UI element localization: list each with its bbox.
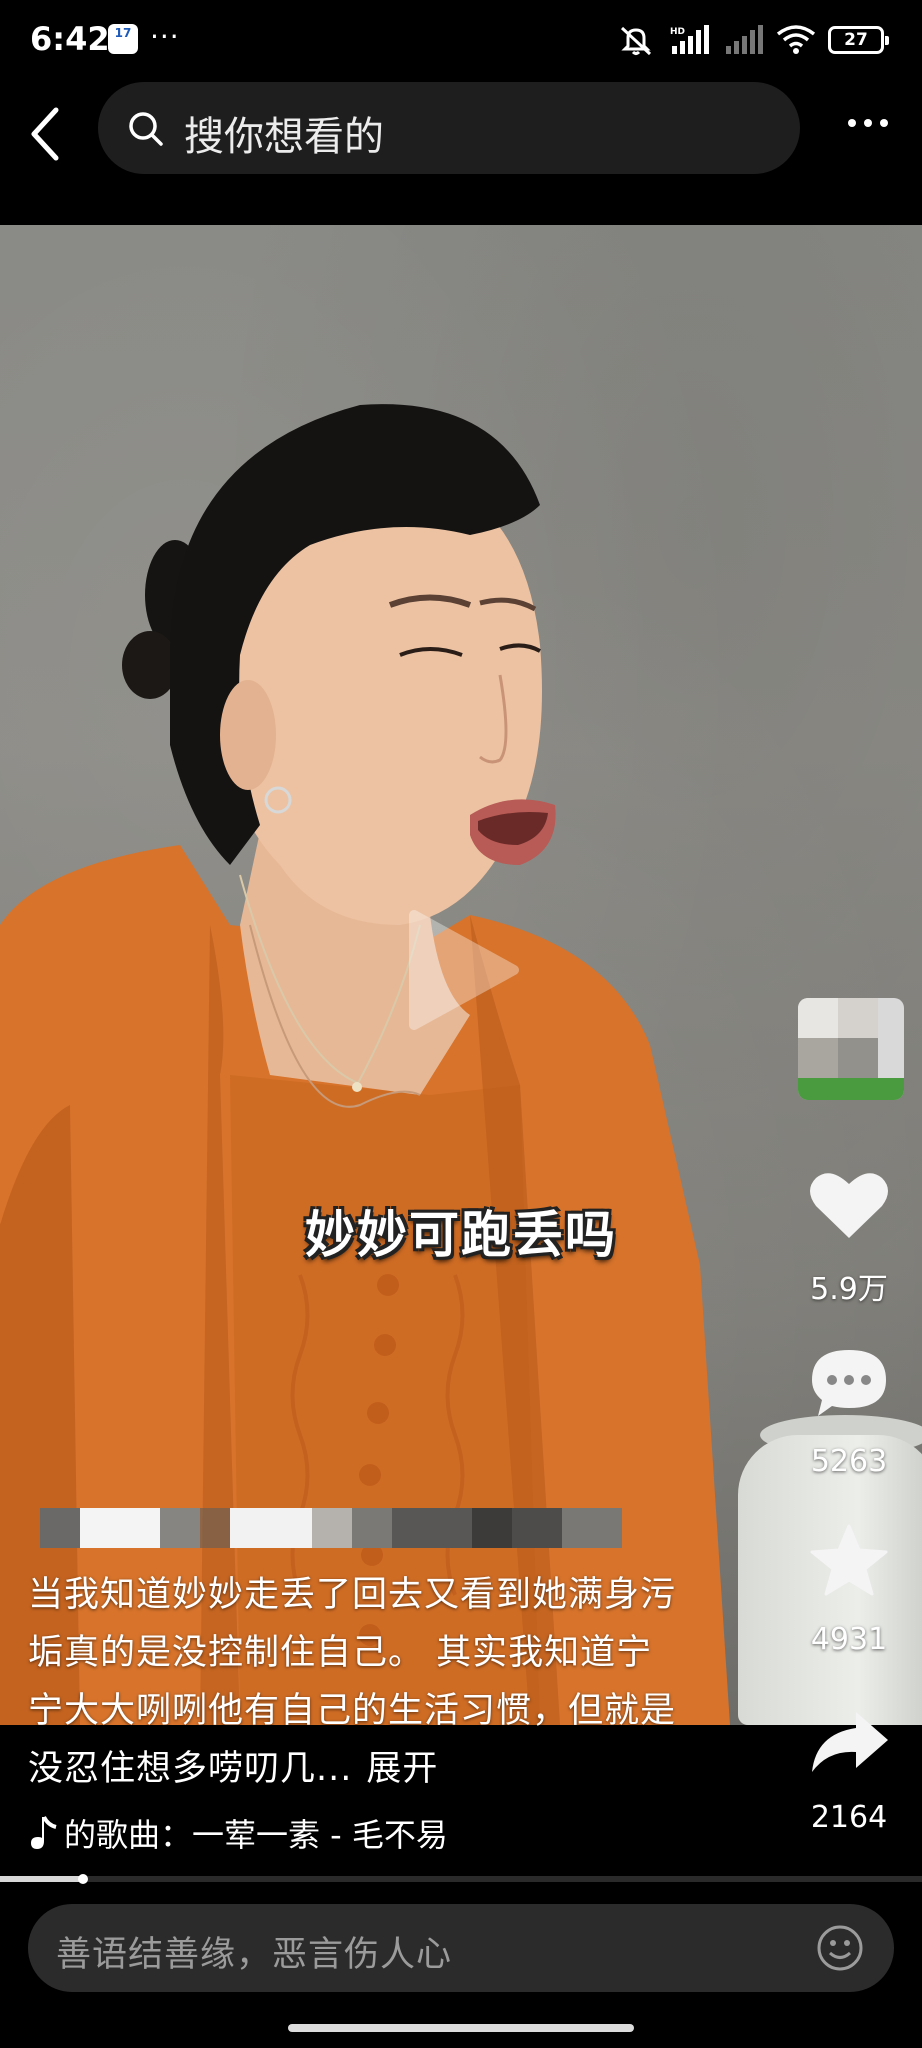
- search-placeholder: 搜你想看的: [184, 114, 384, 160]
- avatar-pixel: [838, 998, 878, 1038]
- svg-text:HD: HD: [670, 27, 685, 37]
- status-time: 6:42: [30, 20, 110, 58]
- video-caption[interactable]: 当我知道妙妙走丢了回去又看到她满身污垢真的是没控制住自己。 其实我知道宁宁大大咧…: [28, 1566, 688, 1798]
- home-indicator[interactable]: [288, 2024, 634, 2032]
- music-note-icon: [31, 1816, 57, 1849]
- status-bar: 6:42 17 ··· HD 27: [0, 0, 922, 80]
- share-count: 2164: [810, 1800, 888, 1835]
- progress-knob[interactable]: [77, 1874, 88, 1884]
- calendar-badge-icon: 17: [108, 24, 138, 54]
- mute-icon: [620, 26, 652, 56]
- music-label: 的歌曲：一荤一素 - 毛不易: [64, 1816, 448, 1854]
- comment-placeholder: 善语结善缘，恶言伤人心: [56, 1935, 453, 1975]
- progress-fill: [0, 1876, 83, 1882]
- favorite-count: 4931: [810, 1622, 888, 1657]
- like-icon[interactable]: [808, 1168, 890, 1242]
- hd-signal-icon: HD: [670, 25, 709, 54]
- comment-count: 5263: [810, 1444, 888, 1479]
- video-subtitle: 妙妙可跑丢吗: [305, 1206, 617, 1264]
- status-icons: HD 27: [616, 24, 889, 56]
- author-avatar[interactable]: [798, 998, 904, 1100]
- share-icon[interactable]: [808, 1710, 890, 1776]
- play-icon[interactable]: [404, 905, 524, 1035]
- battery-icon: 27: [828, 26, 889, 54]
- avatar-pixel: [838, 1038, 878, 1078]
- emoji-icon[interactable]: [816, 1924, 864, 1972]
- dot-icon: [848, 119, 856, 127]
- avatar-pixel: [798, 1038, 838, 1078]
- dot-icon: [880, 119, 888, 127]
- avatar-pixel: [798, 998, 838, 1038]
- dot-icon: [864, 119, 872, 127]
- signal-icon: [726, 25, 763, 54]
- favorite-star-icon[interactable]: [808, 1524, 890, 1596]
- search-input[interactable]: 搜你想看的: [98, 82, 800, 174]
- search-icon: [129, 112, 163, 146]
- comment-input[interactable]: 善语结善缘，恶言伤人心: [28, 1904, 894, 1992]
- music-info[interactable]: 的歌曲：一荤一素 - 毛不易: [28, 1810, 448, 1856]
- status-more-indicator: ···: [150, 20, 180, 53]
- top-bar: 搜你想看的: [0, 80, 922, 225]
- expand-button[interactable]: 展开: [366, 1749, 438, 1789]
- more-options-button[interactable]: [844, 112, 894, 142]
- progress-bar[interactable]: [0, 1874, 922, 1884]
- back-button[interactable]: [22, 104, 68, 164]
- like-count: 5.9万: [810, 1272, 888, 1307]
- comment-icon[interactable]: [808, 1346, 890, 1418]
- caption-text: 当我知道妙妙走丢了回去又看到她满身污垢真的是没控制住自己。 其实我知道宁宁大大咧…: [28, 1575, 677, 1789]
- author-name-blurred[interactable]: [40, 1500, 630, 1554]
- wifi-icon: [776, 25, 816, 54]
- avatar-pixel: [798, 1078, 904, 1100]
